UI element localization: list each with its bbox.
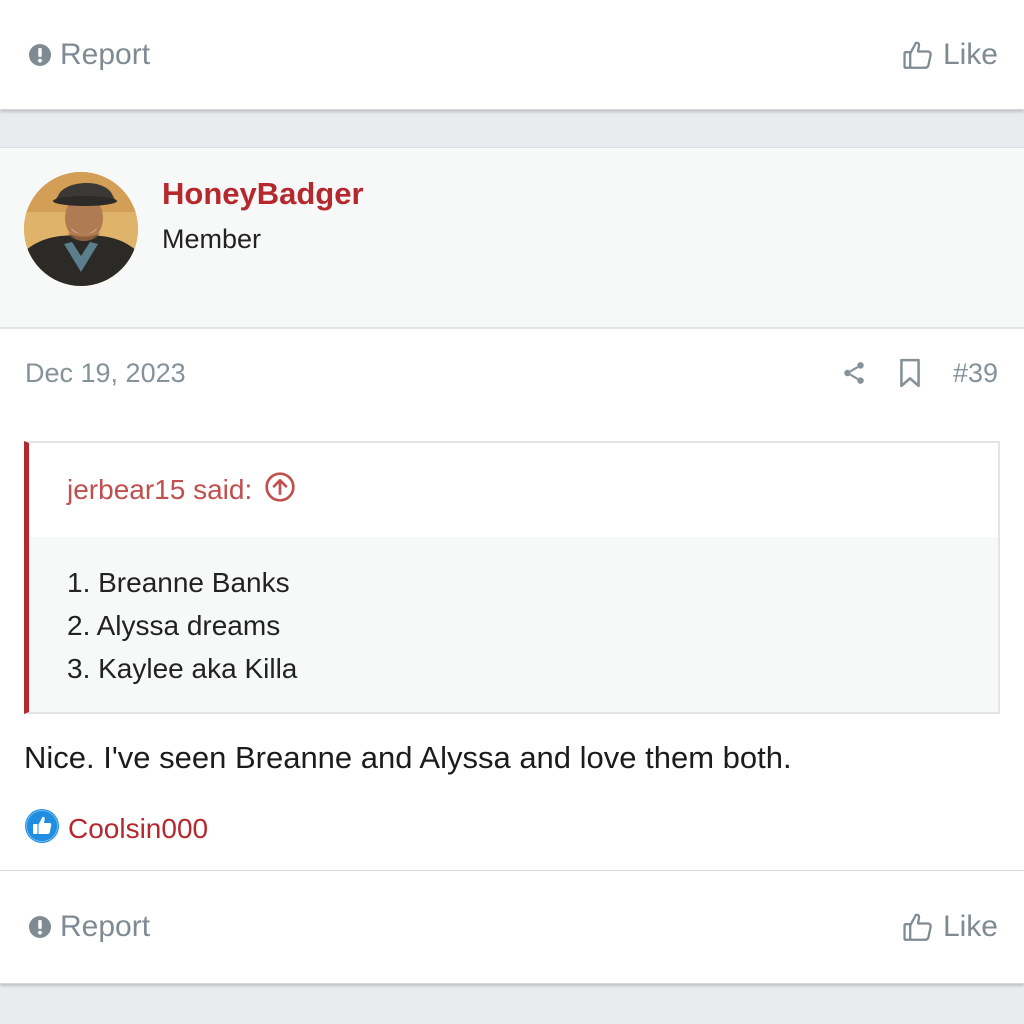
arrow-up-circle-icon (264, 471, 296, 510)
quote-line: 3. Kaylee aka Killa (67, 653, 298, 684)
thumbs-up-reaction-icon (24, 808, 60, 849)
report-label: Report (60, 910, 151, 943)
alert-icon (28, 915, 52, 939)
quote-content: 1. Breanne Banks 2. Alyssa dreams 3. Kay… (29, 537, 998, 712)
quote-line: 2. Alyssa dreams (67, 610, 281, 641)
quote-attribution: jerbear15 said: (67, 474, 253, 505)
quote-attribution-link[interactable]: jerbear15 said: (29, 443, 998, 537)
post-number-link[interactable]: #39 (953, 358, 998, 389)
like-label: Like (942, 910, 998, 943)
like-button[interactable]: Like (901, 910, 998, 944)
report-button[interactable]: Report (28, 910, 150, 944)
reaction-user-link[interactable]: Coolsin000 (68, 813, 208, 845)
reactions-bar: Coolsin000 (24, 808, 208, 849)
like-label: Like (942, 37, 998, 71)
report-button[interactable]: Report (28, 38, 150, 72)
bookmark-icon[interactable] (897, 358, 923, 388)
post-author-name[interactable]: HoneyBadger (162, 176, 364, 212)
share-icon[interactable] (841, 359, 867, 387)
avatar[interactable] (24, 172, 138, 286)
like-button[interactable]: Like (901, 38, 998, 72)
report-label: Report (60, 37, 151, 71)
post-meta-row: Dec 19, 2023 #39 (0, 330, 1024, 416)
post-39: HoneyBadger Member Dec 19, 2023 #39 jerb… (0, 147, 1024, 870)
post-user-block: HoneyBadger Member (0, 148, 1024, 329)
thumbs-up-icon (901, 38, 935, 72)
alert-icon (28, 43, 52, 67)
post-date[interactable]: Dec 19, 2023 (25, 358, 186, 389)
quote-line: 1. Breanne Banks (67, 567, 290, 598)
thumbs-up-icon (901, 910, 935, 944)
post-footer: Report Like (0, 870, 1024, 984)
post-author-title: Member (162, 224, 262, 254)
previous-post-footer: Report Like (0, 0, 1024, 110)
quote-block: jerbear15 said: 1. Breanne Banks 2. Alys… (24, 441, 1000, 714)
post-message: Nice. I've seen Breanne and Alyssa and l… (24, 740, 792, 775)
